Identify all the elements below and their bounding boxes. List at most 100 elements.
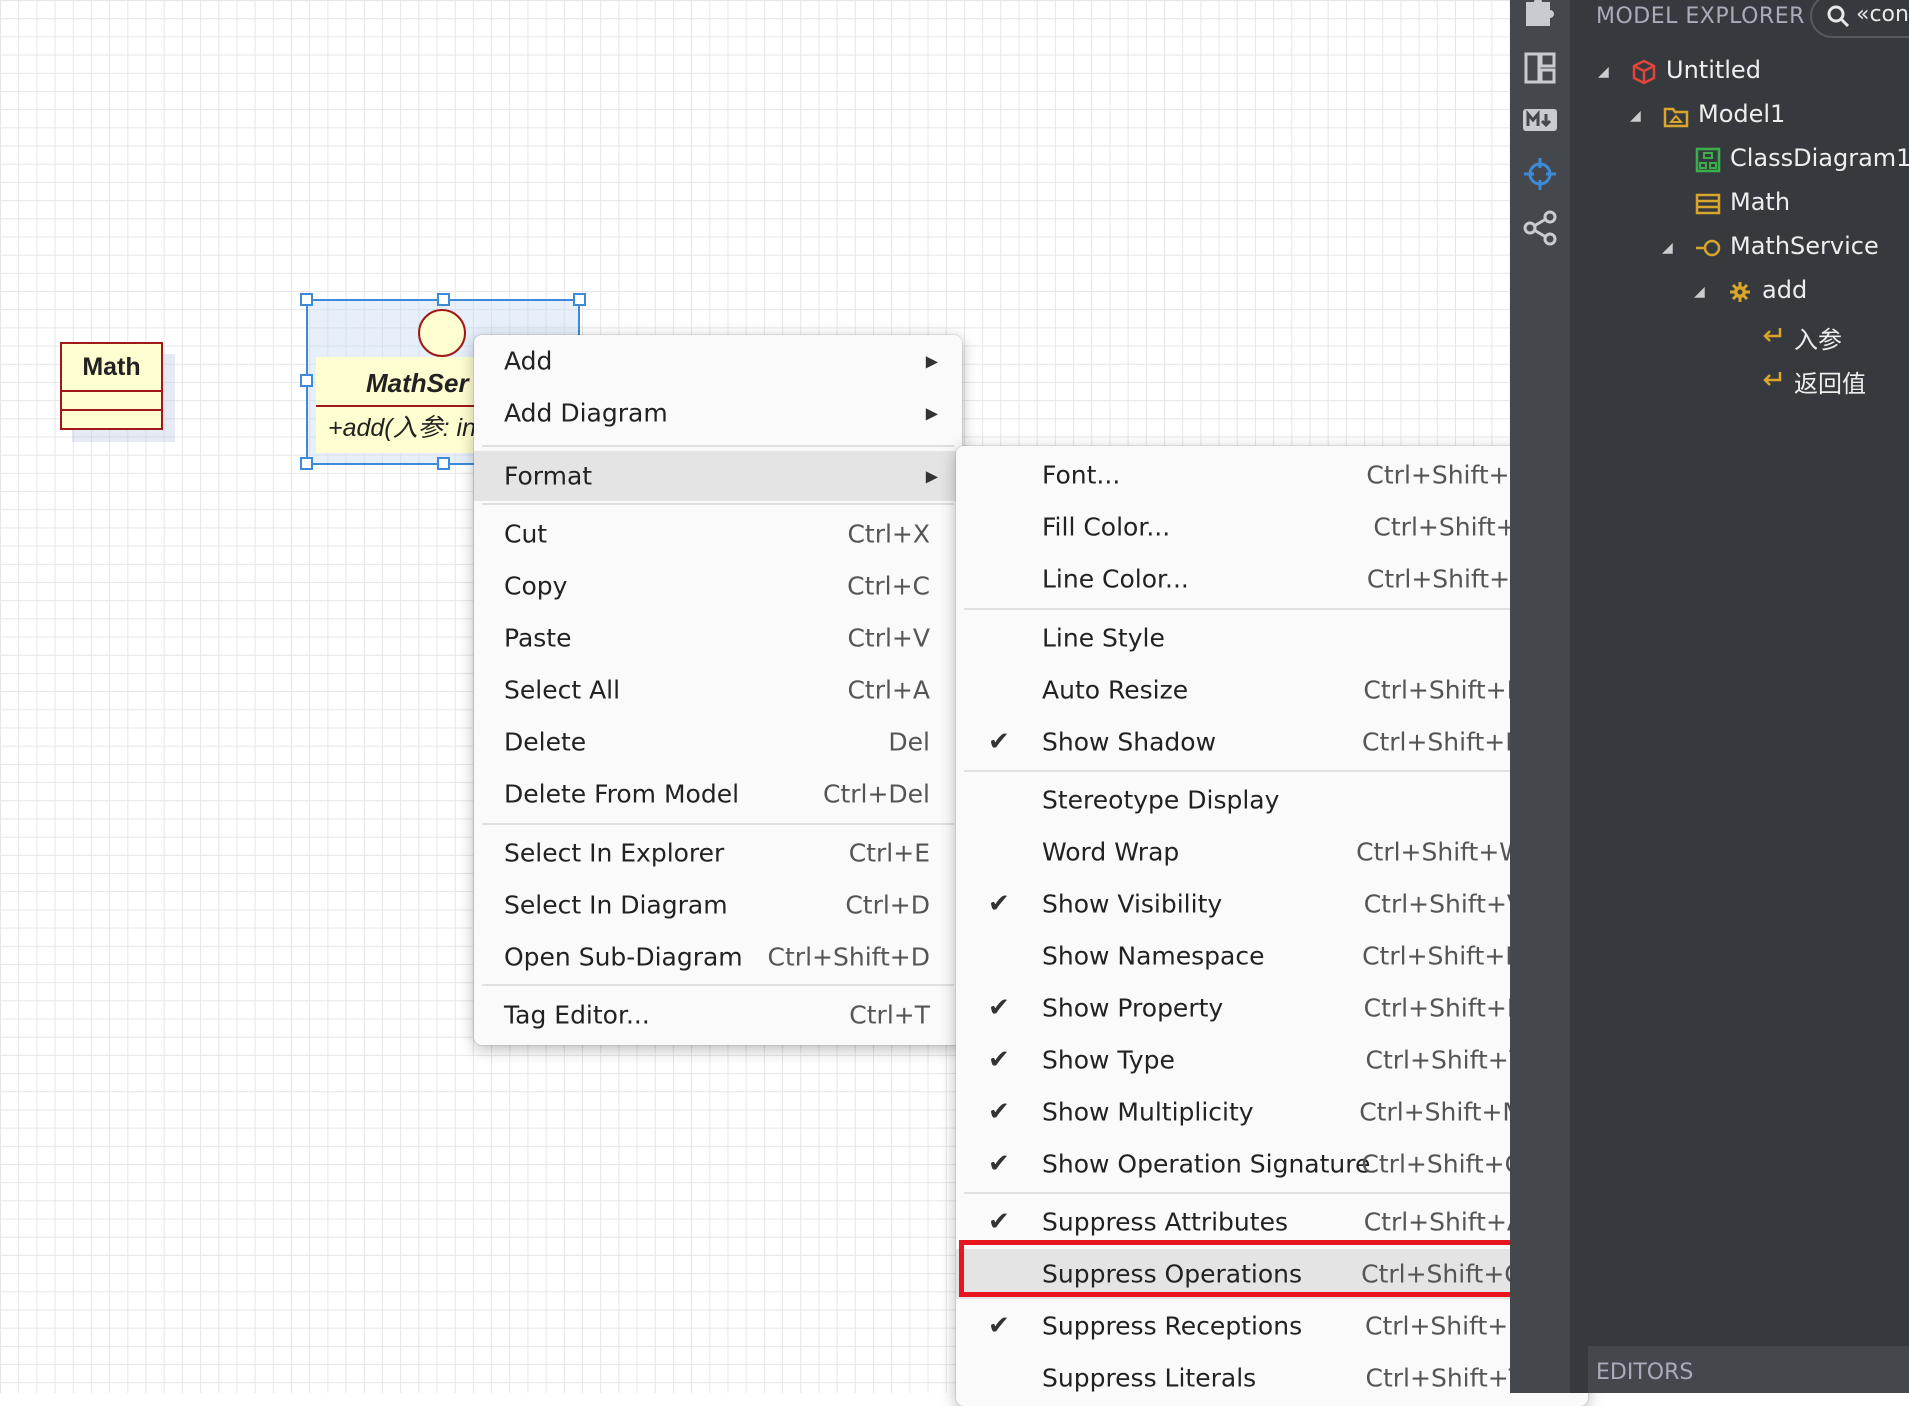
expand-triangle-icon[interactable]: ◢ — [1694, 284, 1705, 300]
resize-handle-sw[interactable] — [300, 457, 313, 470]
menu-item-label: Suppress Attributes — [1042, 1207, 1288, 1237]
menu-item-line-color[interactable]: Line Color... Ctrl+Shift+L — [956, 554, 1588, 604]
menu-item-label: Show Operation Signature — [1042, 1149, 1371, 1179]
menu-item-stereotype-display[interactable]: Stereotype Display ▶ — [956, 775, 1588, 825]
menu-item-shortcut: Ctrl+X — [847, 519, 930, 549]
editors-section-header[interactable]: EDITORS — [1588, 1346, 1909, 1393]
menu-separator — [482, 445, 954, 447]
menu-item-show-multiplicity[interactable]: ✔ Show Multiplicity Ctrl+Shift+M — [956, 1087, 1588, 1137]
tree-node-classdiagram1[interactable]: ClassDiagram1 — [1570, 140, 1909, 180]
menu-item-label: Stereotype Display — [1042, 785, 1280, 815]
model-explorer-panel: MODEL EXPLORER «con ◢ Untitled ◢ Model1 … — [1570, 0, 1909, 1393]
menu-item-label: Show Property — [1042, 993, 1224, 1023]
menu-item-label: Line Style — [1042, 623, 1165, 653]
menu-item-label: Suppress Literals — [1042, 1363, 1257, 1393]
resize-handle-n[interactable] — [437, 293, 450, 306]
tree-label: Math — [1730, 188, 1791, 216]
menu-item-line-style[interactable]: Line Style ▶ — [956, 613, 1588, 663]
menu-item-open-sub-diagram[interactable]: Open Sub-Diagram Ctrl+Shift+D — [474, 932, 962, 982]
explorer-search-box[interactable]: «con — [1810, 0, 1909, 38]
menu-item-label: Font... — [1042, 460, 1121, 490]
explorer-title: MODEL EXPLORER — [1596, 4, 1805, 29]
checkmark-icon: ✔ — [988, 1311, 1010, 1341]
editors-title: EDITORS — [1596, 1360, 1694, 1385]
menu-item-add-diagram[interactable]: Add Diagram ▶ — [474, 388, 962, 438]
menu-separator — [964, 770, 1580, 772]
menu-item-suppress-literals[interactable]: Suppress Literals Ctrl+Shift+T — [956, 1353, 1588, 1403]
layout-panels-icon[interactable] — [1522, 50, 1558, 86]
checkmark-icon: ✔ — [988, 727, 1010, 757]
tree-node-param-input[interactable]: 入参 — [1570, 316, 1909, 356]
menu-item-paste[interactable]: Paste Ctrl+V — [474, 613, 962, 663]
menu-item-shortcut: Ctrl+T — [849, 1000, 930, 1030]
expand-triangle-icon[interactable]: ◢ — [1598, 64, 1609, 80]
menu-item-show-shadow[interactable]: ✔ Show Shadow Ctrl+Shift+H — [956, 717, 1588, 767]
menu-item-tag-editor[interactable]: Tag Editor... Ctrl+T — [474, 990, 962, 1040]
submenu-arrow-icon: ▶ — [925, 403, 938, 423]
resize-handle-nw[interactable] — [300, 293, 313, 306]
expand-triangle-icon[interactable]: ◢ — [1630, 108, 1641, 124]
menu-item-show-operation-signature[interactable]: ✔ Show Operation Signature Ctrl+Shift+G — [956, 1139, 1588, 1189]
menu-item-shortcut: Ctrl+Shift+W — [1356, 837, 1524, 867]
menu-item-word-wrap[interactable]: Word Wrap Ctrl+Shift+W — [956, 827, 1588, 877]
math-class-shape[interactable]: Math — [60, 342, 163, 430]
menu-item-shortcut: Ctrl+Shift+R — [1363, 675, 1524, 705]
tree-node-param-return[interactable]: 返回值 — [1570, 360, 1909, 400]
menu-item-select-all[interactable]: Select All Ctrl+A — [474, 665, 962, 715]
menu-item-show-type[interactable]: ✔ Show Type Ctrl+Shift+Y — [956, 1035, 1588, 1085]
menu-item-fill-color[interactable]: Fill Color... Ctrl+Shift+I — [956, 502, 1588, 552]
math-class-name: Math — [62, 344, 161, 392]
parameter-icon — [1763, 372, 1782, 386]
menu-item-add[interactable]: Add ▶ — [474, 336, 962, 386]
menu-item-shortcut: Ctrl+Shift+D — [767, 942, 930, 972]
menu-item-auto-resize[interactable]: Auto Resize Ctrl+Shift+R — [956, 665, 1588, 715]
menu-separator — [964, 1192, 1580, 1194]
model-icon — [1663, 107, 1689, 128]
markdown-icon[interactable] — [1522, 102, 1558, 138]
tree-node-untitled[interactable]: ◢ Untitled — [1570, 52, 1909, 92]
menu-item-copy[interactable]: Copy Ctrl+C — [474, 561, 962, 611]
menu-item-show-property[interactable]: ✔ Show Property Ctrl+Shift+B — [956, 983, 1588, 1033]
menu-item-select-in-explorer[interactable]: Select In Explorer Ctrl+E — [474, 828, 962, 878]
menu-item-cut[interactable]: Cut Ctrl+X — [474, 509, 962, 559]
target-locate-icon[interactable] — [1522, 156, 1558, 192]
resize-handle-w[interactable] — [300, 374, 313, 387]
menu-item-label: Copy — [504, 571, 568, 601]
menu-item-show-visibility[interactable]: ✔ Show Visibility Ctrl+Shift+V — [956, 879, 1588, 929]
extensions-puzzle-icon[interactable] — [1522, 0, 1558, 28]
resize-handle-ne[interactable] — [573, 293, 586, 306]
menu-item-show-namespace[interactable]: Show Namespace Ctrl+Shift+N — [956, 931, 1588, 981]
tree-label: MathService — [1730, 232, 1879, 260]
menu-item-shortcut: Ctrl+Shift+H — [1362, 727, 1524, 757]
menu-item-shortcut: Ctrl+Shift+Y — [1365, 1045, 1524, 1075]
interface-icon — [1696, 239, 1721, 257]
menu-item-label: Paste — [504, 623, 572, 653]
menu-separator — [964, 608, 1580, 610]
tree-node-math[interactable]: Math — [1570, 184, 1909, 224]
submenu-arrow-icon: ▶ — [925, 351, 938, 371]
menu-item-label: Add — [504, 346, 553, 376]
menu-item-label: Auto Resize — [1042, 675, 1189, 705]
tree-node-model1[interactable]: ◢ Model1 — [1570, 96, 1909, 136]
menu-item-shortcut: Ctrl+A — [847, 675, 930, 705]
menu-item-delete-from-model[interactable]: Delete From Model Ctrl+Del — [474, 769, 962, 819]
menu-item-shortcut: Ctrl+Shift+F — [1366, 460, 1524, 490]
expand-triangle-icon[interactable]: ◢ — [1662, 240, 1673, 256]
menu-item-font[interactable]: Font... Ctrl+Shift+F — [956, 450, 1588, 500]
tree-node-mathservice[interactable]: ◢ MathService — [1570, 228, 1909, 268]
menu-item-suppress-receptions[interactable]: ✔ Suppress Receptions Ctrl+Shift+E — [956, 1301, 1588, 1351]
tree-label: ClassDiagram1 — [1730, 144, 1909, 172]
operation-icon — [1730, 282, 1750, 302]
menu-item-select-in-diagram[interactable]: Select In Diagram Ctrl+D — [474, 880, 962, 930]
menu-item-format[interactable]: Format ▶ — [474, 451, 962, 501]
menu-item-label: Select In Diagram — [504, 890, 728, 920]
resize-handle-s[interactable] — [437, 457, 450, 470]
menu-item-label: Suppress Receptions — [1042, 1311, 1303, 1341]
menu-item-label: Add Diagram — [504, 398, 668, 428]
menu-item-label: Open Sub-Diagram — [504, 942, 743, 972]
menu-item-delete[interactable]: Delete Del — [474, 717, 962, 767]
search-query: «con — [1856, 2, 1909, 27]
share-graph-icon[interactable] — [1522, 210, 1558, 246]
tree-node-add[interactable]: ◢ add — [1570, 272, 1909, 312]
class-icon — [1695, 193, 1721, 215]
